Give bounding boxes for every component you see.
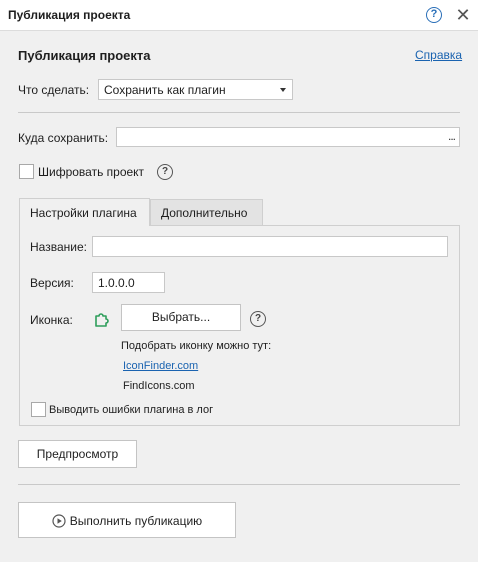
preview-label: Предпросмотр — [36, 447, 119, 461]
window-title: Публикация проекта — [8, 8, 131, 22]
icon-label: Иконка: — [30, 313, 73, 327]
separator — [18, 112, 460, 113]
encrypt-help-icon[interactable]: ? — [157, 164, 173, 180]
preview-button[interactable]: Предпросмотр — [18, 440, 137, 468]
browse-button[interactable]: ... — [448, 129, 456, 143]
play-icon — [52, 514, 66, 528]
close-icon[interactable]: ✕ — [455, 5, 471, 25]
tab-additional[interactable]: Дополнительно — [150, 199, 263, 225]
title-bar: Публикация проекта ? ✕ — [0, 0, 478, 31]
dropdown-arrow-icon — [280, 88, 286, 92]
findicons-text: FindIcons.com — [123, 380, 195, 392]
choose-icon-button[interactable]: Выбрать... — [121, 304, 241, 331]
help-link[interactable]: Справка — [415, 48, 462, 62]
tab-label: Настройки плагина — [30, 206, 137, 220]
icon-hint: Подобрать иконку можно тут: — [121, 340, 272, 352]
encrypt-label: Шифровать проект — [38, 165, 145, 179]
separator — [18, 484, 460, 485]
puzzle-icon — [93, 310, 111, 328]
encrypt-checkbox[interactable] — [19, 164, 34, 179]
publish-button[interactable]: Выполнить публикацию — [18, 502, 236, 538]
publish-label: Выполнить публикацию — [69, 513, 203, 528]
choose-icon-label: Выбрать... — [151, 310, 211, 324]
log-errors-label: Выводить ошибки плагина в лог — [49, 404, 214, 416]
save-path-label: Куда сохранить: — [18, 131, 109, 145]
save-path-input[interactable]: ... — [116, 127, 460, 147]
name-input[interactable] — [92, 236, 448, 257]
version-input[interactable]: 1.0.0.0 — [92, 272, 165, 293]
icon-help-icon[interactable]: ? — [250, 311, 266, 327]
log-errors-checkbox[interactable] — [31, 402, 46, 417]
page-heading: Публикация проекта — [18, 48, 151, 63]
action-select[interactable]: Сохранить как плагин — [98, 79, 293, 100]
tab-panel: Название: Версия: 1.0.0.0 Иконка: Выбрат… — [19, 225, 460, 426]
name-label: Название: — [30, 240, 87, 254]
version-value: 1.0.0.0 — [98, 276, 135, 290]
version-label: Версия: — [30, 276, 74, 290]
action-select-value: Сохранить как плагин — [104, 83, 226, 97]
iconfinder-link[interactable]: IconFinder.com — [123, 360, 198, 372]
action-label: Что сделать: — [18, 83, 90, 97]
help-icon[interactable]: ? — [426, 7, 442, 23]
tab-plugin-settings[interactable]: Настройки плагина — [19, 198, 150, 226]
tab-label: Дополнительно — [161, 206, 248, 220]
